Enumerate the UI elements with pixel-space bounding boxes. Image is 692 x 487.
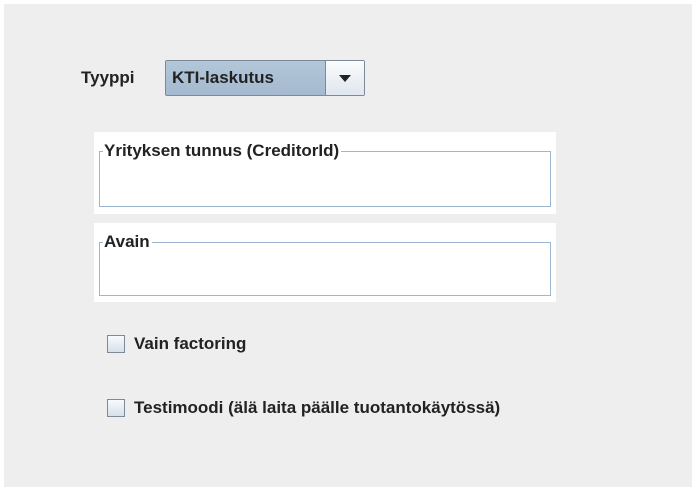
key-title: Avain xyxy=(103,231,152,253)
chevron-down-icon xyxy=(339,74,351,82)
factoring-only-label[interactable]: Vain factoring xyxy=(134,333,246,355)
type-combobox-value[interactable]: KTI-laskutus xyxy=(166,61,326,95)
settings-panel: Tyyppi KTI-laskutus Yrityksen tunnus (Cr… xyxy=(4,4,692,487)
combobox-dropdown-button[interactable] xyxy=(326,61,364,95)
key-panel: Avain xyxy=(94,223,556,302)
factoring-only-checkbox[interactable] xyxy=(107,335,125,353)
test-mode-option[interactable]: Testimoodi (älä laita päälle tuotantokäy… xyxy=(107,397,500,419)
test-mode-label[interactable]: Testimoodi (älä laita päälle tuotantokäy… xyxy=(134,397,500,419)
creditor-id-panel: Yrityksen tunnus (CreditorId) xyxy=(94,132,556,214)
creditor-id-field[interactable]: Yrityksen tunnus (CreditorId) xyxy=(99,140,551,207)
factoring-only-option[interactable]: Vain factoring xyxy=(107,333,246,355)
creditor-id-title: Yrityksen tunnus (CreditorId) xyxy=(103,140,342,162)
type-combobox[interactable]: KTI-laskutus xyxy=(165,60,365,96)
key-field[interactable]: Avain xyxy=(99,231,551,296)
test-mode-checkbox[interactable] xyxy=(107,399,125,417)
type-label: Tyyppi xyxy=(81,68,135,87)
